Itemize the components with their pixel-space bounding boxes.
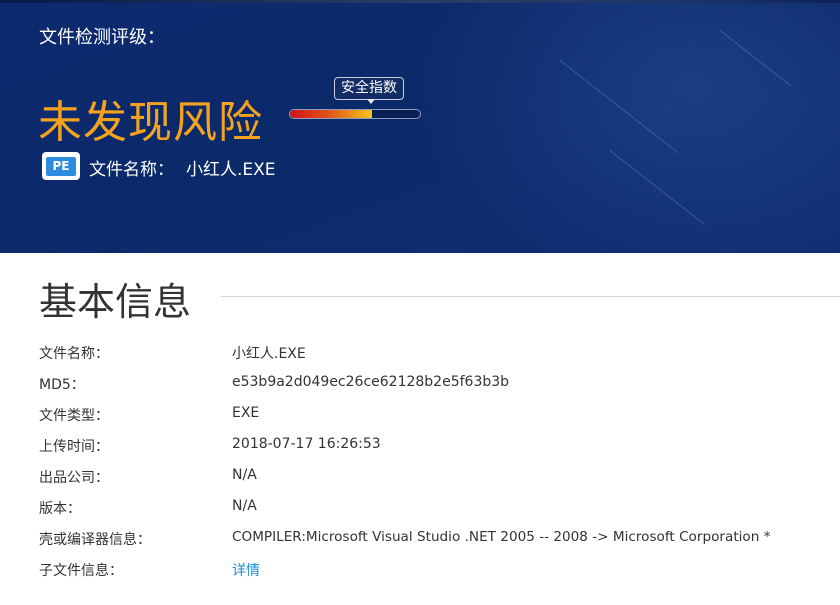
- info-row-md5: MD5： e53b9a2d049ec26ce62128b2e5f63b3b: [0, 374, 840, 405]
- decor-streak: [609, 150, 705, 225]
- sub-file-details-link[interactable]: 详情: [232, 560, 260, 580]
- info-label: 壳或编译器信息：: [39, 532, 151, 548]
- safety-index-bar: [289, 109, 421, 119]
- risk-level-title: 未发现风险: [38, 97, 263, 148]
- result-header: 文件检测评级： 未发现风险 安全指数 PE 文件名称： 小红人.EXE: [0, 0, 840, 253]
- grade-label: 文件检测评级：: [39, 27, 165, 48]
- file-name-label: 文件名称：: [89, 160, 174, 180]
- info-label: 子文件信息：: [39, 563, 123, 579]
- info-row-sub-files: 子文件信息： 详情: [0, 560, 840, 591]
- info-value: 小红人.EXE: [232, 346, 306, 362]
- info-row-upload-time: 上传时间： 2018-07-17 16:26:53: [0, 436, 840, 467]
- info-value: e53b9a2d049ec26ce62128b2e5f63b3b: [232, 374, 510, 390]
- info-value: N/A: [232, 498, 257, 514]
- safety-index-fill: [290, 110, 372, 118]
- section-divider: [221, 296, 840, 297]
- pe-icon-label: PE: [46, 157, 76, 176]
- info-label: 出品公司：: [39, 470, 109, 486]
- info-label: 文件类型：: [39, 408, 109, 424]
- basic-info-title: 基本信息: [39, 280, 192, 324]
- info-label: 文件名称：: [39, 346, 109, 362]
- info-value: 2018-07-17 16:26:53: [232, 436, 381, 452]
- info-row-compiler: 壳或编译器信息： COMPILER:Microsoft Visual Studi…: [0, 529, 840, 560]
- info-value: COMPILER:Microsoft Visual Studio .NET 20…: [232, 529, 771, 545]
- info-row-company: 出品公司： N/A: [0, 467, 840, 498]
- decor-streak: [719, 30, 792, 87]
- info-value: EXE: [232, 405, 260, 421]
- info-label: 上传时间：: [39, 439, 109, 455]
- pe-file-icon: PE: [42, 152, 80, 180]
- header-file-name: 文件名称： 小红人.EXE: [89, 155, 276, 180]
- decor-streak: [559, 60, 679, 154]
- info-label: MD5：: [39, 377, 85, 393]
- info-row-file-type: 文件类型： EXE: [0, 405, 840, 436]
- safety-index-tooltip: 安全指数: [334, 77, 404, 104]
- info-value: N/A: [232, 467, 257, 483]
- file-name-value: 小红人.EXE: [186, 160, 276, 180]
- info-label: 版本：: [39, 501, 81, 517]
- info-row-file-name: 文件名称： 小红人.EXE: [0, 343, 840, 374]
- info-row-version: 版本： N/A: [0, 498, 840, 529]
